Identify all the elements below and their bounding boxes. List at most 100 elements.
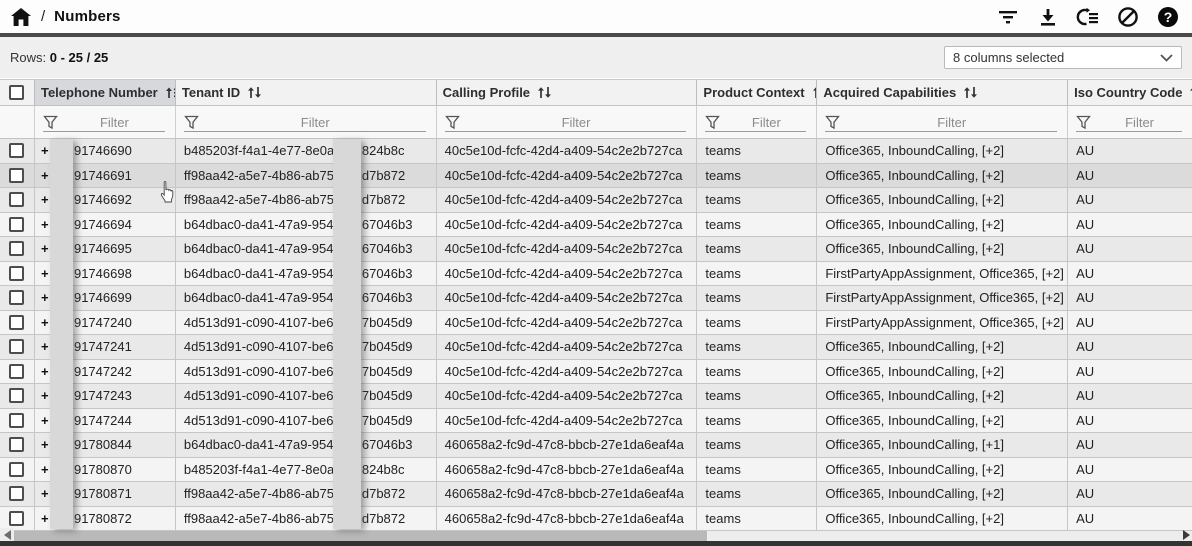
numbers-page: / Numbers <box>0 0 1192 546</box>
telephone-number-cell: 91747241 <box>74 339 132 354</box>
iso-country-code-cell: AU <box>1076 217 1094 232</box>
table-row[interactable]: + 91746695 b64dbac0-da41-47a9-9549-91 67… <box>0 237 1192 262</box>
row-checkbox[interactable] <box>9 143 24 158</box>
row-checkbox[interactable] <box>9 290 24 305</box>
svg-text:?: ? <box>1164 9 1173 25</box>
row-checkbox[interactable] <box>9 168 24 183</box>
iso-country-code-cell: AU <box>1076 315 1094 330</box>
sort-icon[interactable] <box>247 86 262 99</box>
row-checkbox[interactable] <box>9 364 24 379</box>
row-checkbox[interactable] <box>9 241 24 256</box>
help-icon[interactable]: ? <box>1156 5 1180 29</box>
expand-row-button[interactable]: + <box>41 511 49 526</box>
filter-list-icon[interactable] <box>996 5 1020 29</box>
sort-icon[interactable] <box>963 86 978 99</box>
filter-calling-profile[interactable]: Filter <box>437 106 698 138</box>
expand-row-button[interactable]: + <box>41 266 49 281</box>
table-row[interactable]: + 91747241 4d513d91-c090-4107-be63-49 7b… <box>0 335 1192 360</box>
table-row[interactable]: + 91747240 4d513d91-c090-4107-be63-49 7b… <box>0 311 1192 336</box>
filter-cell-empty <box>0 106 35 138</box>
table-row[interactable]: + 91746694 b64dbac0-da41-47a9-9549-91 67… <box>0 213 1192 238</box>
product-context-cell: teams <box>705 315 740 330</box>
table-row[interactable]: + 91780871 ff98aa42-a5e7-4b86-ab75-2c3 d… <box>0 482 1192 507</box>
columns-selected-label: 8 columns selected <box>953 50 1064 65</box>
row-checkbox[interactable] <box>9 462 24 477</box>
filter-product-context[interactable]: Filter <box>697 106 817 138</box>
expand-row-button[interactable]: + <box>41 217 49 232</box>
iso-country-code-cell: AU <box>1076 241 1094 256</box>
chevron-down-icon <box>1160 54 1173 62</box>
expand-row-button[interactable]: + <box>41 486 49 501</box>
download-icon[interactable] <box>1036 5 1060 29</box>
row-checkbox[interactable] <box>9 192 24 207</box>
column-header-product-context[interactable]: Product Context <box>697 80 817 105</box>
table-row[interactable]: + 91747242 4d513d91-c090-4107-be63-49 7b… <box>0 360 1192 385</box>
expand-row-button[interactable]: + <box>41 315 49 330</box>
table-row[interactable]: + 91780872 ff98aa42-a5e7-4b86-ab75-2c3 d… <box>0 507 1192 532</box>
row-checkbox[interactable] <box>9 437 24 452</box>
expand-row-button[interactable]: + <box>41 413 49 428</box>
column-header-tenant-id[interactable]: Tenant ID <box>176 80 437 105</box>
filter-acquired-capabilities[interactable]: Filter <box>817 106 1068 138</box>
row-checkbox[interactable] <box>9 217 24 232</box>
block-icon[interactable] <box>1116 5 1140 29</box>
expand-row-button[interactable]: + <box>41 437 49 452</box>
column-header-telephone-number[interactable]: Telephone Number <box>35 80 176 105</box>
row-checkbox[interactable] <box>9 266 24 281</box>
expand-row-button[interactable]: + <box>41 143 49 158</box>
expand-row-button[interactable]: + <box>41 388 49 403</box>
table-row[interactable]: + 91746690 b485203f-f4a1-4e77-8e0a-d5b 8… <box>0 139 1192 164</box>
iso-country-code-cell: AU <box>1076 192 1094 207</box>
table-row[interactable]: + 91746698 b64dbac0-da41-47a9-9549-91 67… <box>0 262 1192 287</box>
expand-row-button[interactable]: + <box>41 462 49 477</box>
row-checkbox[interactable] <box>9 315 24 330</box>
filter-iso-country-code[interactable]: Filter <box>1068 106 1192 138</box>
horizontal-scrollbar-thumb[interactable] <box>14 531 707 541</box>
scroll-right-arrow-icon[interactable] <box>1180 528 1192 541</box>
row-checkbox[interactable] <box>9 511 24 526</box>
acquired-capabilities-cell: Office365, InboundCalling, [+2] <box>825 241 1004 256</box>
column-label: Iso Country Code <box>1074 85 1182 100</box>
product-context-cell: teams <box>705 192 740 207</box>
breadcrumb-separator: / <box>41 8 45 25</box>
column-header-iso-country-code[interactable]: Iso Country Code <box>1068 80 1192 105</box>
refresh-list-icon[interactable] <box>1076 5 1100 29</box>
product-context-cell: teams <box>705 266 740 281</box>
telephone-number-cell: 91746695 <box>74 241 132 256</box>
table-row[interactable]: + 91746692 ff98aa42-a5e7-4b86-ab75-2c3 d… <box>0 188 1192 213</box>
row-checkbox[interactable] <box>9 339 24 354</box>
row-checkbox[interactable] <box>9 388 24 403</box>
expand-row-button[interactable]: + <box>41 168 49 183</box>
telephone-number-cell: 91780872 <box>74 511 132 526</box>
sort-icon[interactable] <box>537 86 552 99</box>
expand-row-button[interactable]: + <box>41 339 49 354</box>
calling-profile-cell: 40c5e10d-fcfc-42d4-a409-54c2e2b727ca <box>445 413 683 428</box>
table-row[interactable]: + 91746699 b64dbac0-da41-47a9-9549-91 67… <box>0 286 1192 311</box>
select-all-checkbox[interactable] <box>9 85 24 100</box>
scroll-left-arrow-icon[interactable] <box>0 528 14 541</box>
expand-row-button[interactable]: + <box>41 290 49 305</box>
home-icon[interactable] <box>10 7 32 27</box>
columns-selected-dropdown[interactable]: 8 columns selected <box>944 46 1182 69</box>
row-checkbox[interactable] <box>9 486 24 501</box>
product-context-cell: teams <box>705 511 740 526</box>
calling-profile-cell: 40c5e10d-fcfc-42d4-a409-54c2e2b727ca <box>445 315 683 330</box>
bottom-border-band <box>0 541 1192 546</box>
top-header-bar: / Numbers <box>0 0 1192 33</box>
table-body: + 91746690 b485203f-f4a1-4e77-8e0a-d5b 8… <box>0 139 1192 531</box>
table-row[interactable]: + 91747243 4d513d91-c090-4107-be63-49 7b… <box>0 384 1192 409</box>
filter-telephone-number[interactable]: Filter <box>35 106 176 138</box>
expand-row-button[interactable]: + <box>41 192 49 207</box>
column-header-calling-profile[interactable]: Calling Profile <box>437 80 698 105</box>
expand-row-button[interactable]: + <box>41 364 49 379</box>
table-row[interactable]: + 91780844 b64dbac0-da41-47a9-9549-91 67… <box>0 433 1192 458</box>
table-row[interactable]: + 91746691 ff98aa42-a5e7-4b86-ab75-2c3 d… <box>0 164 1192 189</box>
filter-tenant-id[interactable]: Filter <box>176 106 437 138</box>
table-row[interactable]: + 91747244 4d513d91-c090-4107-be63-49 7b… <box>0 409 1192 434</box>
horizontal-scrollbar[interactable] <box>0 531 1192 541</box>
table-row[interactable]: + 91780870 b485203f-f4a1-4e77-8e0a-d5b 8… <box>0 458 1192 483</box>
column-header-acquired-capabilities[interactable]: Acquired Capabilities <box>817 80 1068 105</box>
sort-asc-icon[interactable] <box>165 86 176 99</box>
expand-row-button[interactable]: + <box>41 241 49 256</box>
row-checkbox[interactable] <box>9 413 24 428</box>
